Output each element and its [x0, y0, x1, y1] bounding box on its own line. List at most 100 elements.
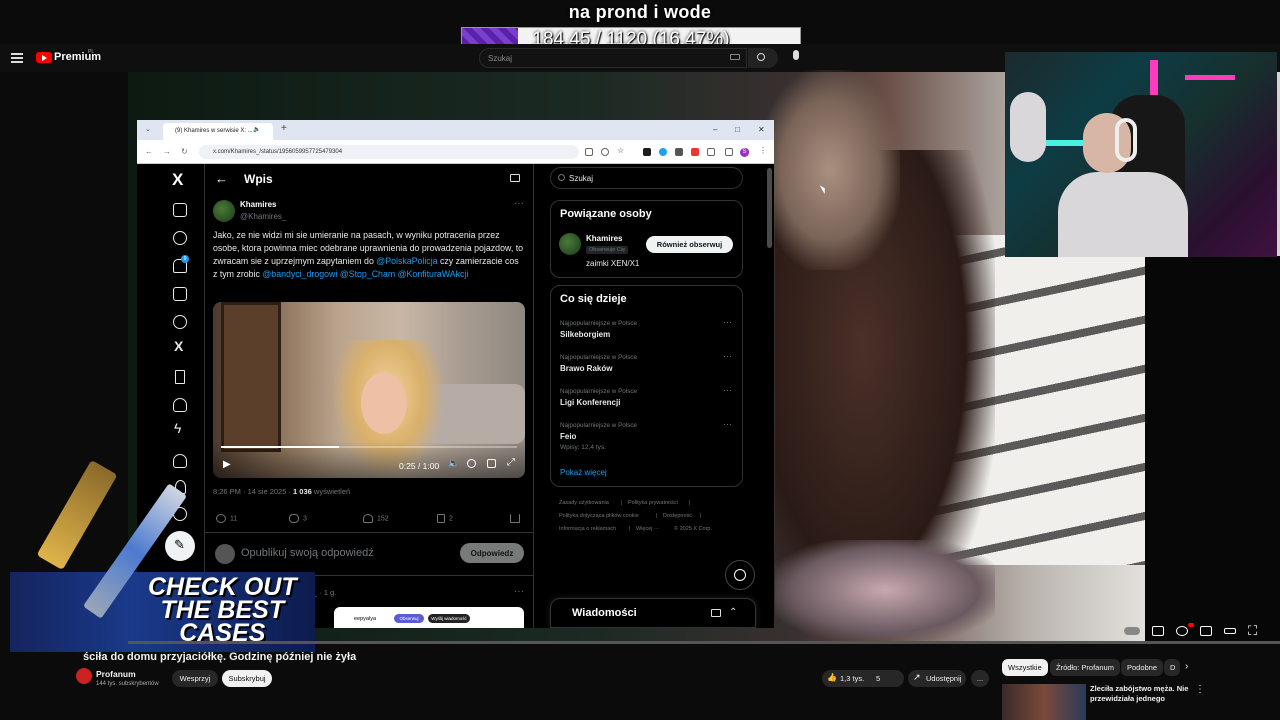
zoom-icon[interactable] — [601, 148, 609, 156]
premium-x-icon[interactable]: X — [174, 338, 183, 354]
footer-link[interactable]: Zasady użytkowania — [559, 500, 609, 506]
profile-avatar[interactable]: S — [740, 148, 749, 157]
x-logo-icon[interactable]: X — [172, 170, 183, 190]
fullscreen-icon[interactable]: ⤢ — [507, 457, 515, 468]
install-icon[interactable] — [585, 148, 593, 156]
footer-link[interactable]: Dostępność — [663, 513, 692, 519]
back-arrow-icon[interactable]: ← — [215, 171, 228, 186]
new-message-icon[interactable] — [711, 609, 721, 617]
more-actions-button[interactable]: ... — [971, 670, 989, 687]
follow-back-button[interactable]: Również obserwuj — [646, 236, 733, 253]
share-action[interactable] — [510, 514, 524, 523]
more-options-icon[interactable]: ⋮ — [1195, 684, 1205, 695]
tab-list-icon[interactable]: ⌄ — [145, 125, 151, 133]
microphone-icon[interactable] — [793, 50, 799, 60]
reload-icon[interactable]: ↻ — [181, 147, 188, 156]
related-name[interactable]: Khamires — [586, 234, 622, 243]
theater-mode-icon[interactable] — [1224, 628, 1236, 634]
youtube-logo-icon[interactable] — [36, 52, 52, 63]
expand-icon[interactable]: ⌃ — [729, 607, 737, 618]
groups-icon[interactable] — [173, 454, 187, 468]
compose-post-button[interactable] — [165, 531, 195, 561]
channel-name[interactable]: Profanum — [96, 669, 136, 679]
mention-link[interactable]: @bandyci_drogowi — [262, 269, 337, 279]
subtitles-icon[interactable] — [1152, 626, 1164, 636]
recommended-thumbnail[interactable] — [1002, 684, 1086, 720]
lightning-icon[interactable]: ϟ — [174, 420, 181, 436]
mention-link[interactable]: @PolskaPolicja — [376, 256, 437, 266]
grok-icon[interactable] — [173, 315, 187, 329]
reply-action[interactable]: 11 — [216, 514, 237, 523]
more-options-icon[interactable]: ··· — [514, 586, 524, 597]
recommended-title[interactable]: Zleciła zabójstwo męża. Nie przewidziała… — [1090, 684, 1190, 704]
home-icon[interactable] — [173, 203, 187, 217]
mention-link[interactable]: @Stop_Cham — [340, 269, 395, 279]
puzzle-icon[interactable] — [707, 148, 715, 156]
more-options-icon[interactable]: ··· — [514, 198, 524, 209]
chevron-right-icon[interactable]: › — [1185, 661, 1188, 672]
trend-item[interactable]: Silkeborgiem — [560, 330, 610, 339]
footer-link[interactable]: Polityka prywatności — [628, 500, 678, 506]
chip-next[interactable]: D — [1164, 659, 1180, 676]
bookmark-star-icon[interactable]: ☆ — [617, 146, 624, 155]
support-button[interactable]: Wesprzyj — [172, 670, 218, 687]
minimize-button[interactable]: – — [713, 125, 717, 134]
maximize-button[interactable]: □ — [735, 125, 740, 134]
more-options-icon[interactable]: ··· — [723, 351, 732, 361]
tweet-video[interactable]: ▶ 0:25 / 1:00 🔈 ⤢ — [213, 302, 525, 478]
footer-link[interactable]: Więcej ··· — [636, 526, 660, 532]
bookmark-action[interactable]: 2 — [437, 514, 453, 523]
tab-audio-icon[interactable]: 🔈 — [253, 126, 260, 133]
extension-icon[interactable] — [659, 148, 667, 156]
more-options-icon[interactable]: ··· — [723, 317, 732, 327]
reply-input[interactable]: Opublikuj swoją odpowiedź — [241, 547, 374, 559]
comments-button[interactable]: 5 — [868, 670, 904, 687]
chip-similar[interactable]: Podobne — [1121, 659, 1164, 676]
extension-icon[interactable] — [643, 148, 651, 156]
like-action[interactable]: 152 — [363, 514, 389, 523]
play-icon[interactable]: ▶ — [223, 459, 231, 470]
picture-in-picture-icon[interactable] — [487, 459, 496, 468]
new-tab-button[interactable]: + — [281, 123, 287, 134]
keyboard-icon[interactable] — [730, 54, 740, 60]
video-progress-bar[interactable] — [128, 641, 1280, 644]
x-search-input[interactable]: Szukaj — [550, 167, 743, 189]
footer-link[interactable]: Informacja o reklamach — [559, 526, 616, 532]
extension-icon[interactable] — [691, 148, 699, 156]
address-bar[interactable]: x.com/Khamires_/status/19560599577254793… — [199, 145, 579, 159]
browser-menu-icon[interactable]: ⋮ — [759, 146, 767, 155]
forward-arrow-icon[interactable]: → — [163, 147, 171, 156]
author-avatar[interactable] — [213, 200, 235, 222]
close-window-button[interactable]: ✕ — [758, 125, 765, 134]
scrollbar[interactable] — [767, 168, 772, 248]
back-arrow-icon[interactable]: ← — [145, 147, 153, 156]
extension-icon[interactable] — [675, 148, 683, 156]
reply-button[interactable]: Odpowiedz — [460, 543, 524, 563]
fullscreen-icon[interactable]: ⛶ — [1248, 623, 1257, 639]
show-more-link[interactable]: Pokaż więcej — [560, 468, 607, 477]
reader-mode-icon[interactable] — [510, 174, 520, 182]
youtube-search-input[interactable]: Szukaj — [479, 48, 747, 68]
reading-list-icon[interactable] — [725, 148, 733, 156]
volume-icon[interactable]: 🔈 — [448, 458, 459, 469]
more-options-icon[interactable]: ··· — [723, 385, 732, 395]
author-handle[interactable]: @Khamires_ — [240, 212, 286, 221]
messages-icon[interactable] — [173, 287, 187, 301]
messages-drawer[interactable]: Wiadomości ⌃ — [550, 598, 756, 628]
trend-item[interactable]: Feio — [560, 432, 576, 441]
search-icon[interactable] — [757, 53, 765, 61]
chip-source[interactable]: Źródło: Profanum — [1050, 659, 1120, 676]
more-options-icon[interactable]: ··· — [723, 419, 732, 429]
repost-action[interactable]: 3 — [289, 514, 307, 523]
search-icon[interactable] — [173, 231, 187, 245]
autoplay-toggle[interactable] — [1124, 627, 1140, 635]
chip-all[interactable]: Wszystkie — [1002, 659, 1048, 676]
subscribe-button[interactable]: Subskrybuj — [222, 670, 272, 687]
communities-icon[interactable] — [173, 398, 187, 412]
embedded-screenshot[interactable]: eepyalya Obserwuj Wyślij wiadomość — [334, 607, 524, 628]
bookmarks-icon[interactable] — [175, 370, 185, 384]
channel-avatar[interactable] — [76, 668, 92, 684]
footer-link[interactable]: Polityka dotycząca plików cookie — [559, 513, 639, 519]
trend-item[interactable]: Ligi Konferencji — [560, 398, 620, 407]
miniplayer-icon[interactable] — [1200, 626, 1212, 636]
